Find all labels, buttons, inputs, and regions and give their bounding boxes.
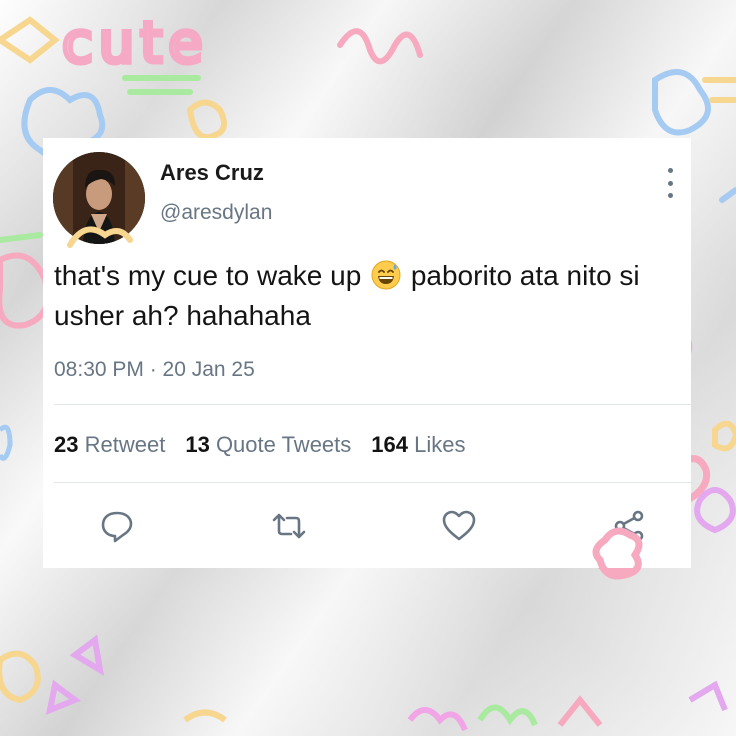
tweet-text-part-1: that's my cue to wake up	[54, 260, 362, 291]
cute-doodle-lettering: cute	[62, 11, 209, 76]
tweet-timestamp[interactable]: 08:30 PM · 20 Jan 25	[54, 358, 255, 382]
like-button[interactable]	[441, 508, 477, 544]
tweet-card: Ares Cruz @aresdylan that's my cue to wa…	[43, 138, 691, 568]
user-handle[interactable]: @aresdylan	[160, 201, 272, 225]
heart-icon	[442, 510, 476, 541]
likes-label: Likes	[414, 432, 466, 457]
retweet-count: 23	[54, 432, 79, 457]
retweet-button[interactable]	[271, 508, 307, 544]
more-options-icon[interactable]	[663, 168, 677, 198]
retweet-label: Retweet	[84, 432, 166, 457]
profile-photo-icon	[53, 152, 145, 244]
divider	[54, 404, 691, 405]
display-name[interactable]: Ares Cruz	[160, 160, 264, 186]
quote-tweets-label: Quote Tweets	[215, 432, 352, 457]
likes-stat[interactable]: 164 Likes	[371, 432, 465, 457]
reply-icon	[101, 511, 133, 543]
reply-button[interactable]	[99, 508, 135, 544]
retweet-icon	[272, 513, 306, 539]
grinning-face-with-sweat-icon	[371, 260, 401, 290]
quote-tweets-count: 13	[185, 432, 210, 457]
quote-tweets-stat[interactable]: 13 Quote Tweets	[185, 432, 351, 457]
retweet-stat[interactable]: 23 Retweet	[54, 432, 165, 457]
share-icon	[614, 510, 644, 542]
tweet-stats: 23 Retweet 13 Quote Tweets 164 Likes	[54, 432, 465, 458]
likes-count: 164	[371, 432, 408, 457]
tweet-text: that's my cue to wake up paborito ata ni…	[54, 256, 684, 336]
tweet-actions-bar	[43, 500, 691, 552]
share-button[interactable]	[611, 508, 647, 544]
avatar[interactable]	[53, 152, 145, 244]
divider	[54, 482, 691, 483]
